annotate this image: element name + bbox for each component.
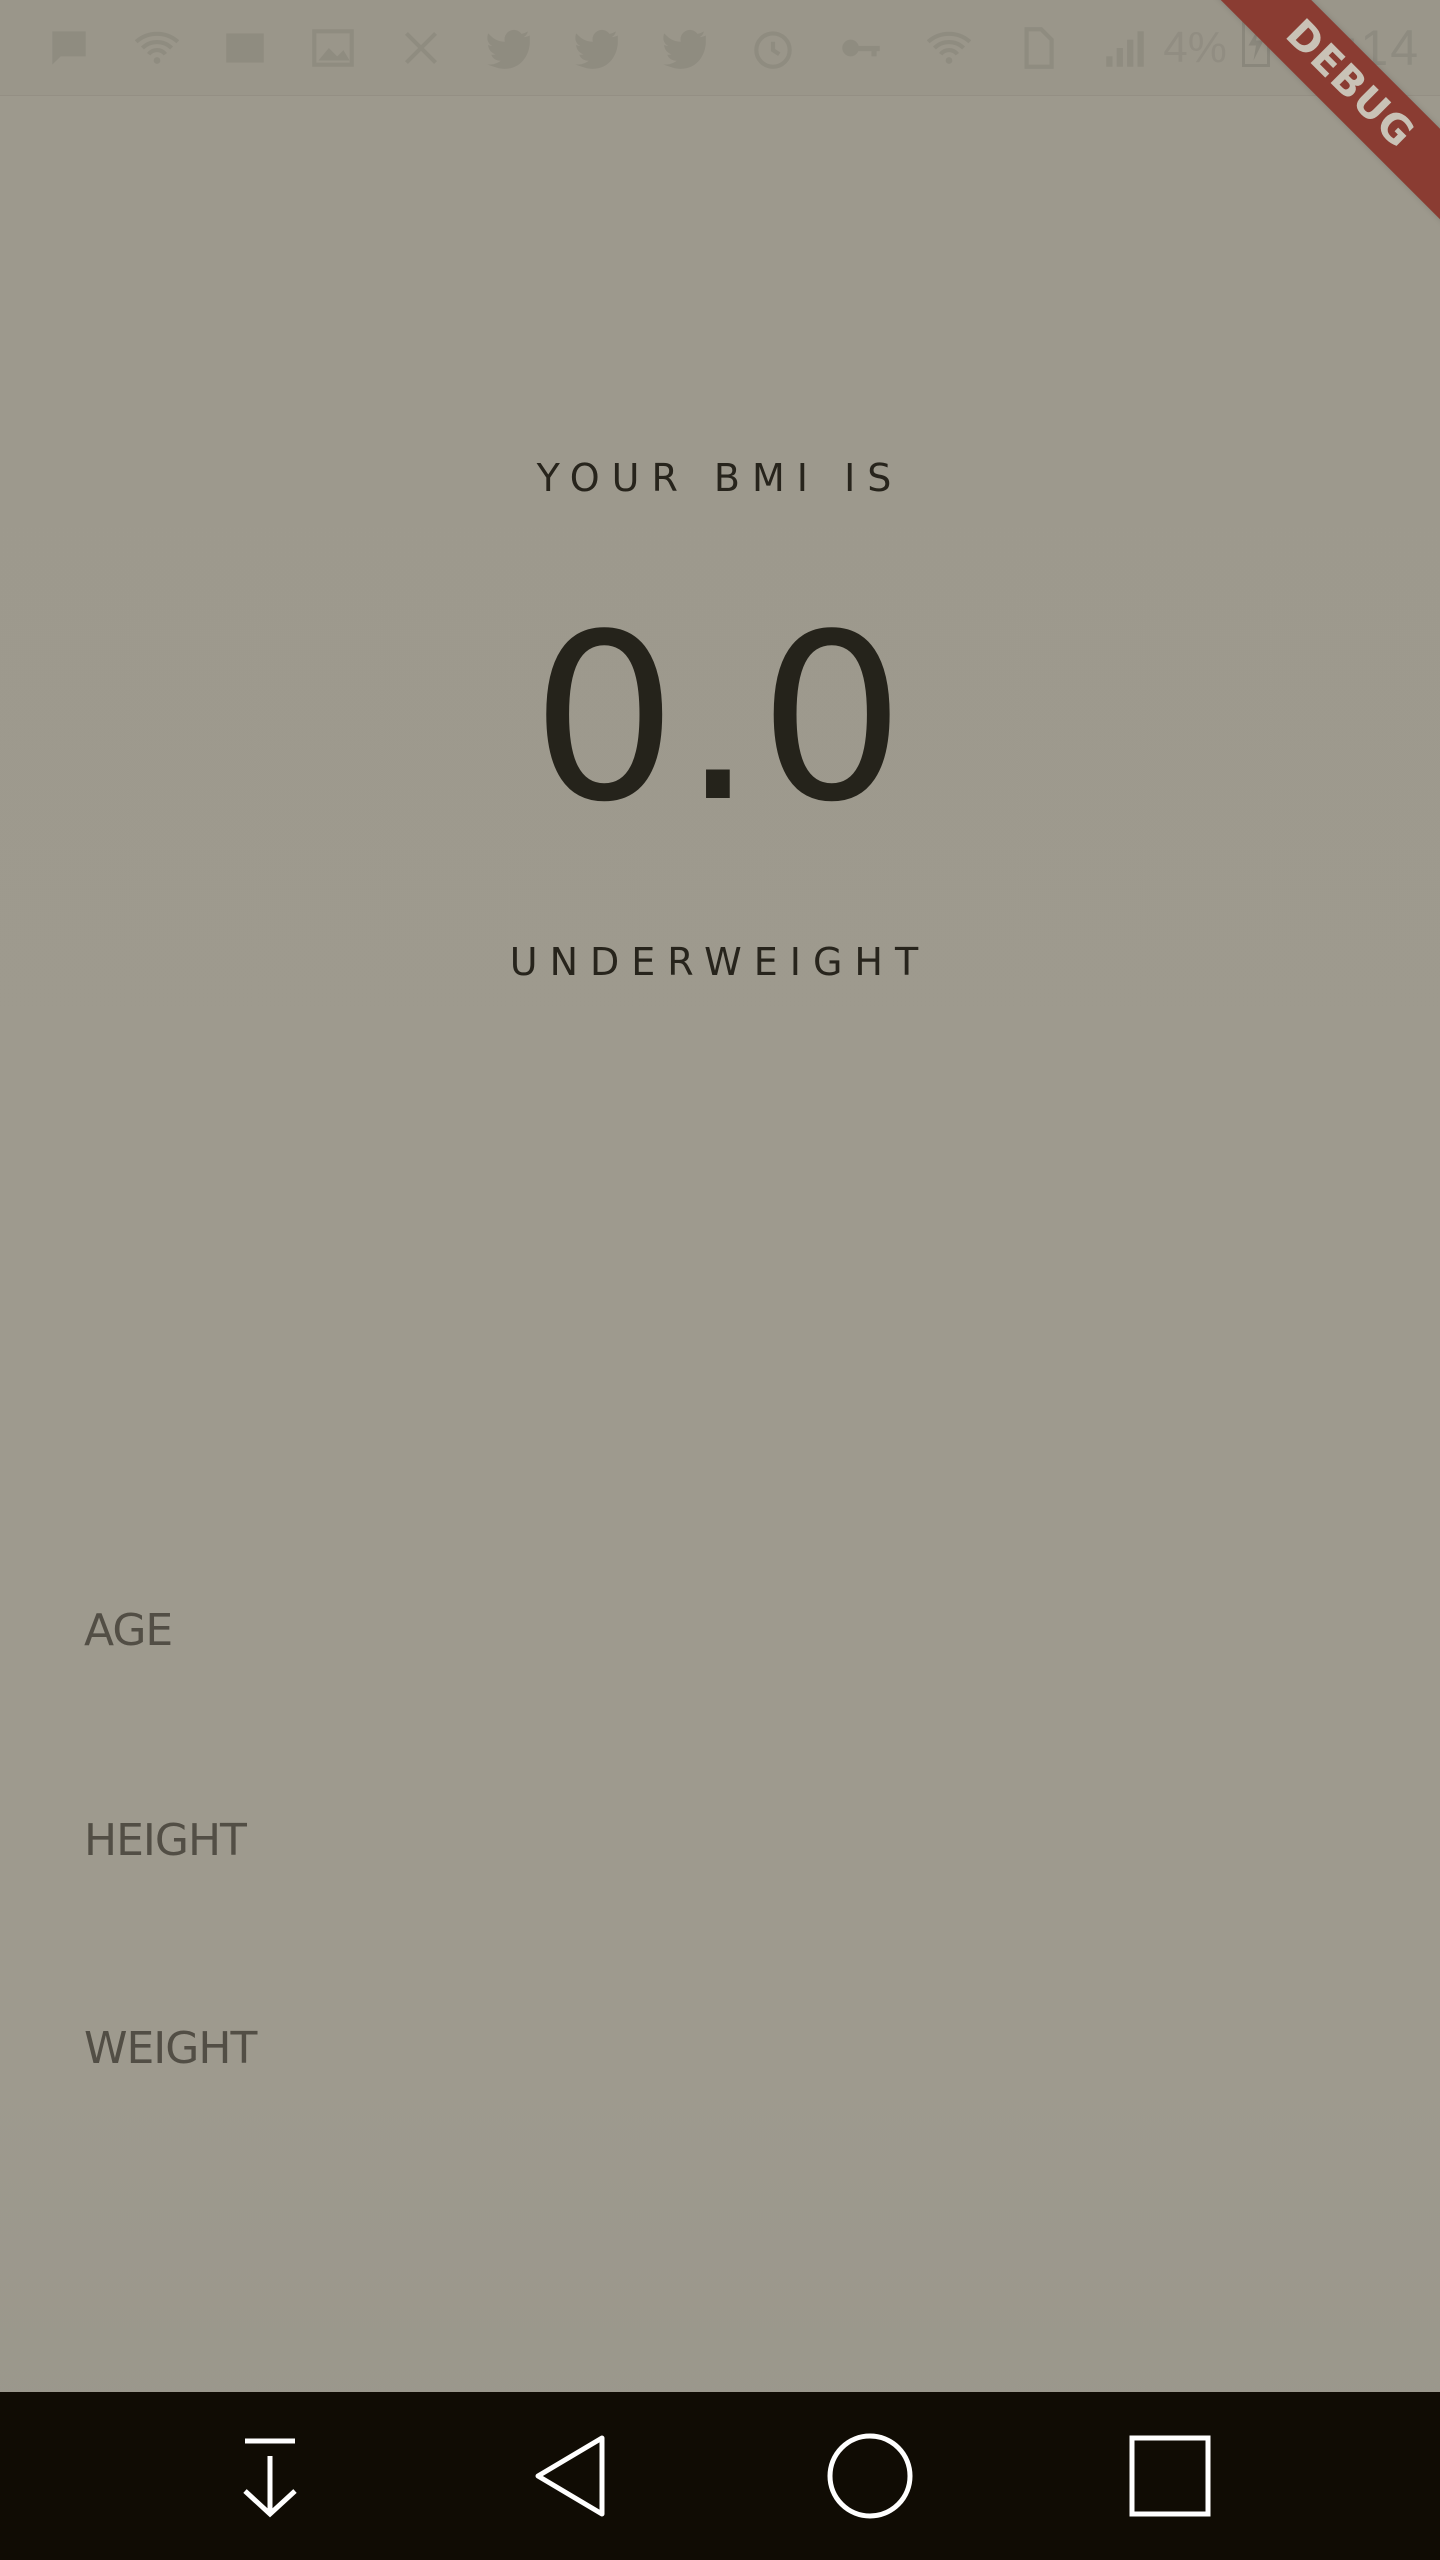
key-icon	[832, 23, 890, 73]
back-icon	[535, 2435, 605, 2517]
sim-icon	[1008, 23, 1066, 73]
recents-icon	[1129, 2435, 1211, 2517]
twitter-icon	[656, 23, 714, 73]
twitter-icon	[568, 23, 626, 73]
signal-icon	[1096, 23, 1154, 73]
wifi-icon	[920, 23, 978, 73]
twitter-icon	[480, 23, 538, 73]
height-field[interactable]: HEIGHT	[84, 1815, 247, 1866]
home-button[interactable]	[810, 2416, 930, 2536]
home-icon	[827, 2433, 913, 2519]
notification-icons	[40, 20, 1154, 76]
bmi-value: 0.0	[531, 586, 909, 853]
battery-percent: 4%	[1163, 23, 1227, 72]
back-button[interactable]	[510, 2416, 630, 2536]
x-icon	[392, 23, 450, 73]
image-icon	[304, 23, 362, 73]
navigation-bar	[0, 2392, 1440, 2560]
bmi-screen: 4% 10:14 DEBUG YOUR BMI IS 0.0 UNDERWEIG…	[0, 0, 1440, 2560]
chat-icon	[40, 23, 98, 73]
weight-field[interactable]: WEIGHT	[84, 2023, 257, 2074]
bmi-category: UNDERWEIGHT	[509, 940, 931, 984]
age-field[interactable]: AGE	[84, 1605, 173, 1656]
alarm-icon	[744, 23, 802, 73]
download-icon	[243, 2438, 297, 2518]
wifi-icon	[128, 23, 186, 73]
download-button[interactable]	[210, 2416, 330, 2536]
recents-button[interactable]	[1110, 2416, 1230, 2536]
status-bar: 4% 10:14	[0, 0, 1440, 96]
mail-icon	[216, 23, 274, 73]
bmi-caption: YOUR BMI IS	[536, 456, 904, 500]
